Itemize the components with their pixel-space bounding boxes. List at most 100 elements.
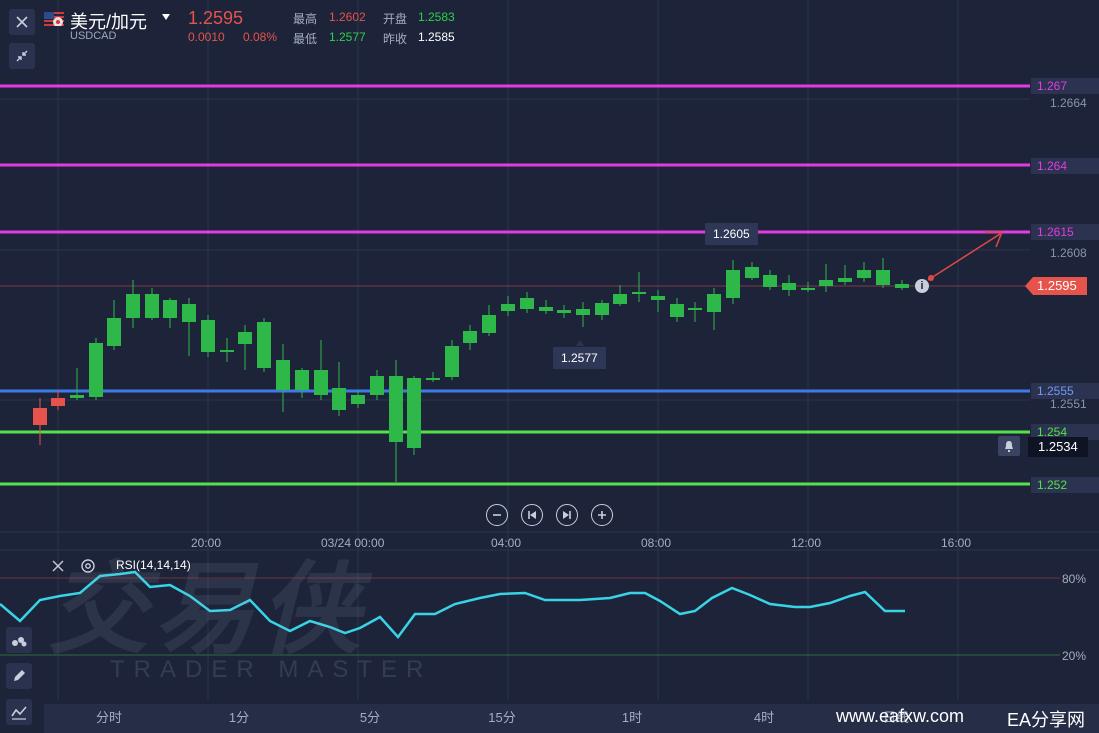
time-tick-5: 12:00 xyxy=(791,536,822,550)
chart-app: 交易侠 TRADER MASTER 美元/加元 USDCAD 1.2595 0.… xyxy=(0,0,1099,733)
candle xyxy=(238,325,252,370)
level-tag-1: 1.267 xyxy=(1031,78,1099,94)
candle xyxy=(876,258,890,288)
candle xyxy=(651,290,665,312)
alert-price-tag: 1.2534 xyxy=(1028,437,1088,457)
gear-icon xyxy=(81,559,95,573)
low-value: 1.2577 xyxy=(329,30,366,44)
rsi-overbought-label: 80% xyxy=(1062,572,1087,586)
tab-4h[interactable]: 4时 xyxy=(734,707,794,727)
time-tick-1: 20:00 xyxy=(191,536,222,550)
prev-close-label: 昨收 xyxy=(383,32,408,46)
skip-forward-icon xyxy=(563,511,571,519)
tab-15m[interactable]: 15分 xyxy=(472,707,532,727)
zoom-in-button[interactable] xyxy=(591,504,613,526)
tab-tick[interactable]: 分时 xyxy=(79,707,139,727)
candle xyxy=(314,340,328,400)
candle xyxy=(389,360,403,482)
skip-back-icon xyxy=(528,511,536,519)
flag-icon xyxy=(44,12,64,27)
draw-tool-button[interactable] xyxy=(6,663,32,689)
candle xyxy=(220,338,234,362)
rsi-label: RSI(14,14,14) xyxy=(116,558,191,572)
tab-1h[interactable]: 1时 xyxy=(602,707,662,727)
chevron-down-icon[interactable] xyxy=(162,14,170,20)
candle xyxy=(595,300,609,320)
price-change-pct: 0.08% xyxy=(243,30,278,44)
line-tool-button[interactable] xyxy=(6,699,32,725)
candle xyxy=(520,292,534,313)
candle xyxy=(539,300,553,314)
open-label: 开盘 xyxy=(383,12,408,26)
candle xyxy=(126,280,140,328)
low-label: 最低 xyxy=(293,32,318,46)
candle xyxy=(70,368,84,400)
info-icon[interactable]: i xyxy=(915,279,929,293)
jump-start-button[interactable] xyxy=(521,504,543,526)
candle xyxy=(763,270,777,290)
candle xyxy=(163,298,177,328)
level-tag-6: 1.252 xyxy=(1031,477,1099,493)
close-button[interactable] xyxy=(9,9,35,35)
y-tick-1: 1.2664 xyxy=(1050,96,1087,110)
candle xyxy=(276,344,290,412)
footer-site: www.eafxw.com xyxy=(836,706,965,726)
candle xyxy=(482,305,496,336)
time-tick-2: 03/24 00:00 xyxy=(321,536,385,550)
candle xyxy=(145,288,159,320)
bell-icon xyxy=(1005,440,1013,452)
candle xyxy=(51,390,65,410)
candle xyxy=(463,325,477,350)
candle xyxy=(33,398,47,445)
y-tick-2: 1.2608 xyxy=(1050,246,1087,260)
candlestick-series xyxy=(33,258,909,482)
high-value: 1.2602 xyxy=(329,10,366,24)
candle xyxy=(332,362,346,416)
candle xyxy=(613,285,627,306)
candle xyxy=(557,305,571,318)
rsi-close-button[interactable] xyxy=(51,559,65,573)
candle xyxy=(707,288,721,330)
y-tick-3: 1.2551 xyxy=(1050,397,1087,411)
plus-icon xyxy=(598,511,606,519)
candle xyxy=(257,318,271,372)
alert-bell-button[interactable] xyxy=(998,436,1020,456)
indicator-tool-button[interactable] xyxy=(6,627,32,653)
time-tick-6: 16:00 xyxy=(941,536,972,550)
candle xyxy=(857,262,871,282)
candle xyxy=(370,370,384,400)
open-value: 1.2583 xyxy=(418,10,455,24)
candle xyxy=(295,368,309,398)
high-label: 最高 xyxy=(293,12,318,26)
prev-close-value: 1.2585 xyxy=(418,30,455,44)
level-tag-2: 1.264 xyxy=(1031,158,1099,174)
candle xyxy=(745,262,759,280)
tab-1m[interactable]: 1分 xyxy=(209,707,269,727)
current-price: 1.2595 xyxy=(188,8,244,28)
candle xyxy=(407,376,421,455)
footer-brand: EA分享网 xyxy=(1007,710,1086,730)
level-tag-3: 1.2615 xyxy=(1031,224,1099,240)
candle xyxy=(107,300,121,350)
candle xyxy=(351,390,365,408)
high-marker: 1.2605 xyxy=(705,223,758,245)
price-change: 0.0010 xyxy=(188,30,225,44)
jump-end-button[interactable] xyxy=(556,504,578,526)
time-tick-4: 08:00 xyxy=(641,536,672,550)
pencil-icon xyxy=(14,670,25,681)
candle xyxy=(201,315,215,357)
candle xyxy=(726,260,740,304)
candle xyxy=(670,298,684,322)
trend-arrow xyxy=(927,233,1001,281)
collapse-button[interactable] xyxy=(9,43,35,69)
candle xyxy=(501,296,515,316)
candle xyxy=(819,264,833,292)
rsi-settings-button[interactable] xyxy=(80,558,96,574)
tab-5m[interactable]: 5分 xyxy=(340,707,400,727)
candle xyxy=(895,280,909,290)
zoom-out-button[interactable] xyxy=(486,504,508,526)
candle xyxy=(89,338,103,400)
candle xyxy=(182,298,196,356)
close-icon xyxy=(16,16,28,28)
symbol-code: USDCAD xyxy=(70,30,117,42)
